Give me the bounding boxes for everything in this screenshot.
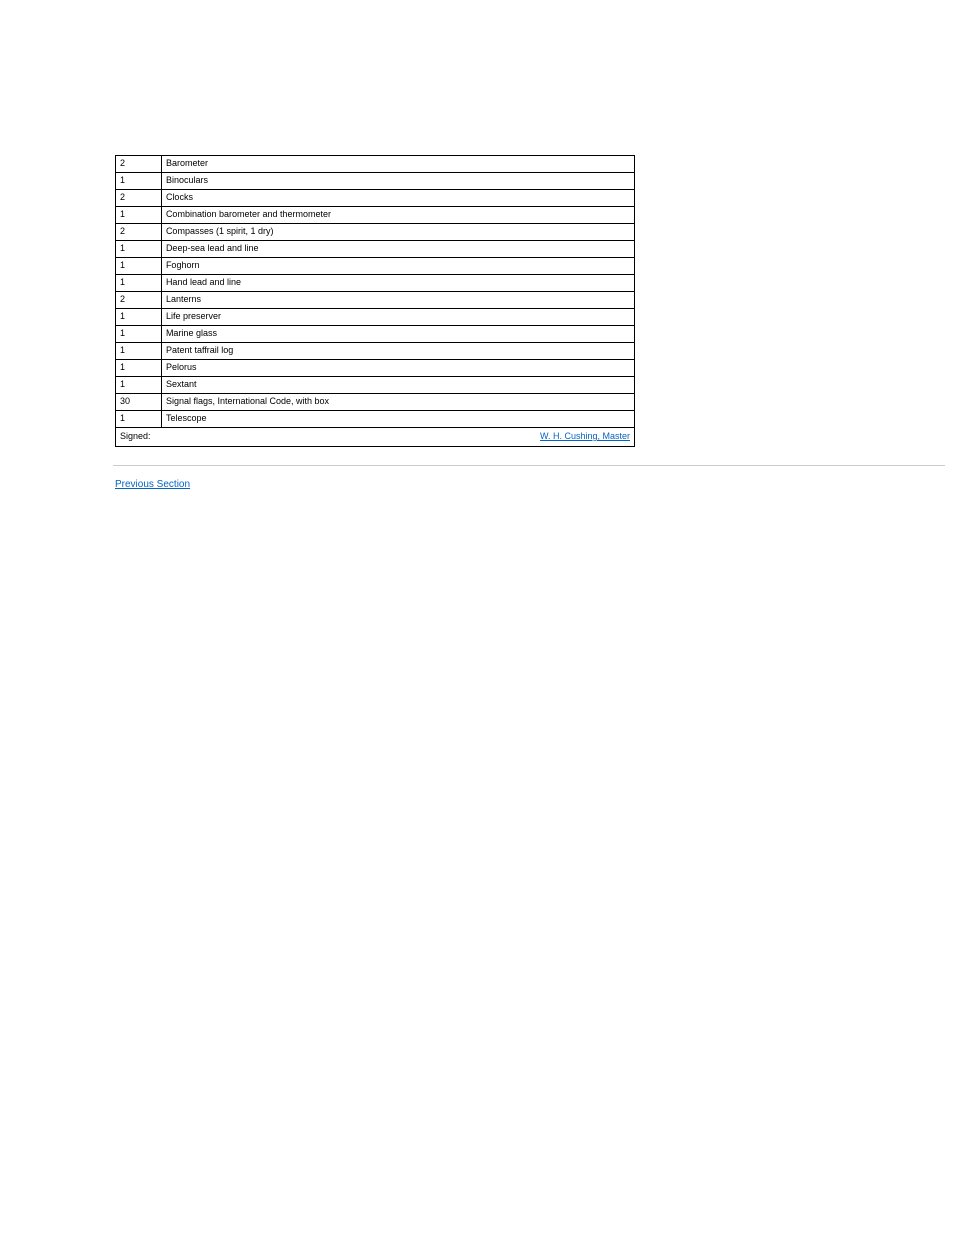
table-row: 30Signal flags, International Code, with…: [116, 394, 635, 411]
table-row: 1Telescope: [116, 411, 635, 428]
table-row: 1Pelorus: [116, 360, 635, 377]
qty-cell: 1: [116, 411, 162, 428]
qty-cell: 2: [116, 224, 162, 241]
table-row: 1Combination barometer and thermometer: [116, 207, 635, 224]
signed-link[interactable]: W. H. Cushing, Master: [540, 431, 630, 442]
qty-cell: 1: [116, 258, 162, 275]
qty-cell: 1: [116, 207, 162, 224]
qty-cell: 2: [116, 292, 162, 309]
qty-cell: 1: [116, 309, 162, 326]
table-row: 1Hand lead and line: [116, 275, 635, 292]
qty-cell: 1: [116, 377, 162, 394]
inventory-table: 2Barometer1Binoculars2Clocks1Combination…: [115, 155, 635, 447]
item-cell: Compasses (1 spirit, 1 dry): [161, 224, 634, 241]
item-cell: Lanterns: [161, 292, 634, 309]
item-cell: Clocks: [161, 190, 634, 207]
item-cell: Foghorn: [161, 258, 634, 275]
item-cell: Life preserver: [161, 309, 634, 326]
item-cell: Deep-sea lead and line: [161, 241, 634, 258]
section-divider: [113, 465, 945, 466]
item-cell: Combination barometer and thermometer: [161, 207, 634, 224]
table-row: 1Foghorn: [116, 258, 635, 275]
qty-cell: 30: [116, 394, 162, 411]
table-row: 2Barometer: [116, 156, 635, 173]
table-row: 1Binoculars: [116, 173, 635, 190]
qty-cell: 1: [116, 173, 162, 190]
table-row: 2Compasses (1 spirit, 1 dry): [116, 224, 635, 241]
item-cell: Barometer: [161, 156, 634, 173]
item-cell: Binoculars: [161, 173, 634, 190]
table-row: 2Lanterns: [116, 292, 635, 309]
qty-cell: 2: [116, 156, 162, 173]
qty-cell: 1: [116, 275, 162, 292]
item-cell: Sextant: [161, 377, 634, 394]
table-row: 1Life preserver: [116, 309, 635, 326]
table-row: 1Patent taffrail log: [116, 343, 635, 360]
table-row: 1Deep-sea lead and line: [116, 241, 635, 258]
qty-cell: 1: [116, 343, 162, 360]
item-cell: Hand lead and line: [161, 275, 634, 292]
table-row: 1Marine glass: [116, 326, 635, 343]
item-cell: Pelorus: [161, 360, 634, 377]
table-row: 1Sextant: [116, 377, 635, 394]
item-cell: Patent taffrail log: [161, 343, 634, 360]
previous-section-link[interactable]: Previous Section: [115, 479, 190, 490]
item-cell: Telescope: [161, 411, 634, 428]
qty-cell: 2: [116, 190, 162, 207]
table-row: 2Clocks: [116, 190, 635, 207]
qty-cell: 1: [116, 360, 162, 377]
item-cell: Marine glass: [161, 326, 634, 343]
signed-label: Signed:: [120, 431, 151, 442]
qty-cell: 1: [116, 326, 162, 343]
qty-cell: 1: [116, 241, 162, 258]
signed-row: Signed: W. H. Cushing, Master: [116, 428, 635, 447]
item-cell: Signal flags, International Code, with b…: [161, 394, 634, 411]
